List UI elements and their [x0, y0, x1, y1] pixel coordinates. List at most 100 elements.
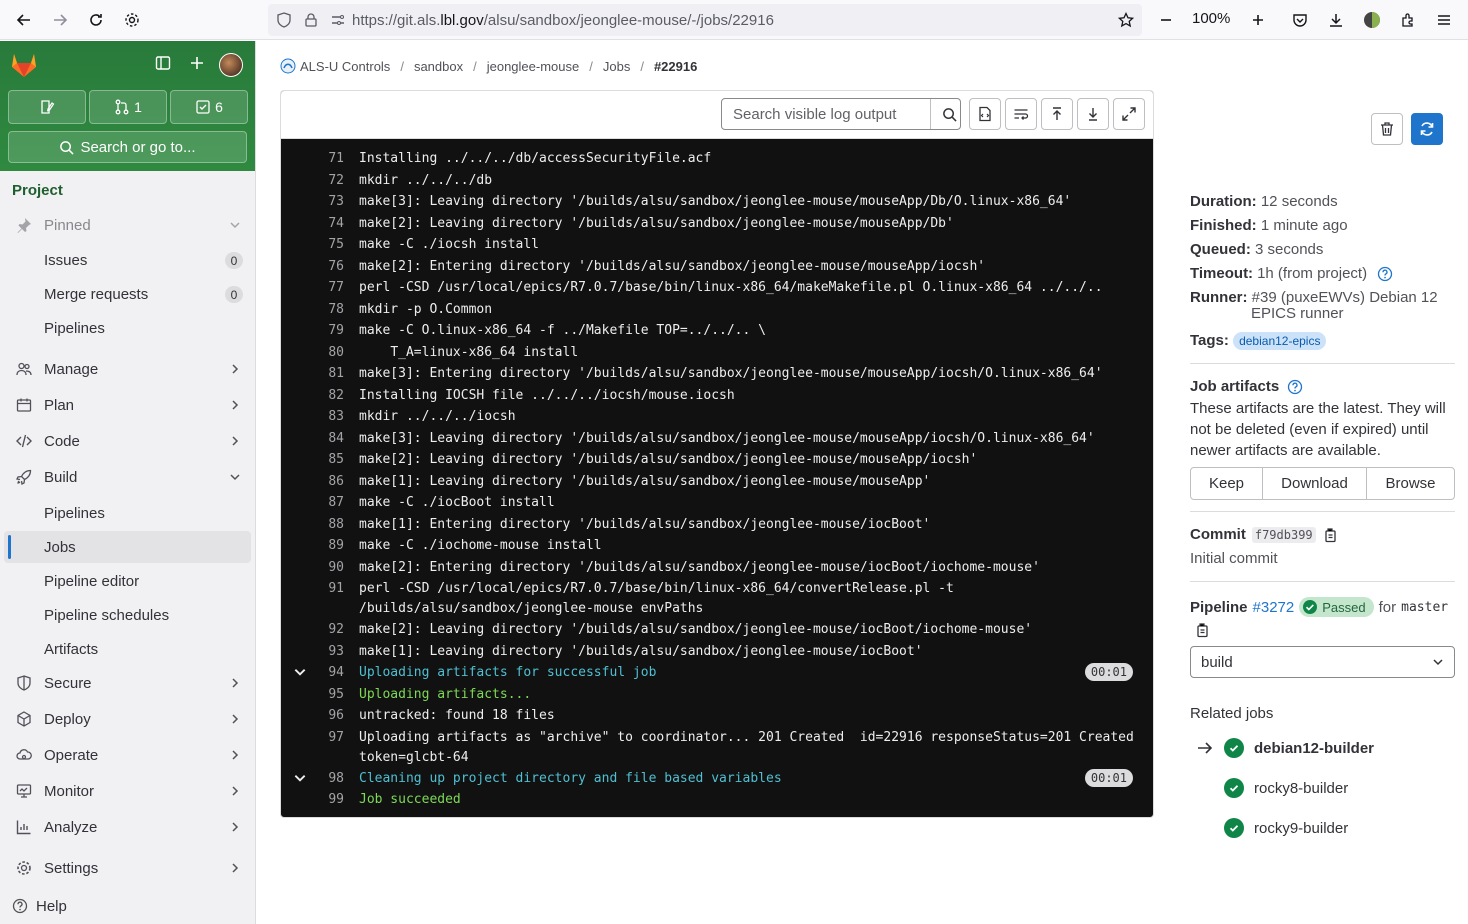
- sidebar-item-analyze[interactable]: Analyze: [4, 811, 251, 843]
- bookmark-star-icon[interactable]: [1118, 12, 1134, 28]
- sidebar-item-pipeline-editor[interactable]: Pipeline editor: [4, 565, 251, 597]
- sidebar-section-project[interactable]: Project: [12, 182, 63, 199]
- sidebar-item-pipeline-schedules[interactable]: Pipeline schedules: [4, 599, 251, 631]
- user-avatar[interactable]: [219, 53, 243, 77]
- assigned-issues-button[interactable]: [8, 90, 86, 124]
- log-line-number[interactable]: 95: [281, 685, 344, 705]
- sidebar-item-monitor[interactable]: Monitor: [4, 775, 251, 807]
- url-bar[interactable]: https://git.als.lbl.gov/alsu/sandbox/jeo…: [268, 4, 1142, 36]
- breadcrumb-item-jobs[interactable]: Jobs: [603, 59, 630, 74]
- merge-requests-button[interactable]: 1: [89, 90, 167, 124]
- log-line-number[interactable]: 87: [281, 493, 344, 513]
- log-line-number[interactable]: 85: [281, 450, 344, 470]
- help-icon[interactable]: [1377, 266, 1393, 282]
- erase-job-button[interactable]: [1371, 113, 1403, 145]
- download-icon[interactable]: [1318, 2, 1354, 38]
- keep-artifacts-button[interactable]: Keep: [1191, 468, 1263, 499]
- log-line-number[interactable]: 92: [281, 620, 344, 640]
- copy-icon[interactable]: [1322, 527, 1338, 543]
- pipeline-link[interactable]: #3272: [1253, 599, 1295, 616]
- log-search-button[interactable]: [930, 99, 960, 129]
- log-line-number[interactable]: 72: [281, 171, 344, 191]
- log-line-number[interactable]: 77: [281, 278, 344, 298]
- copy-icon[interactable]: [1194, 622, 1210, 638]
- create-new-plus-icon[interactable]: [189, 55, 205, 71]
- log-line-number[interactable]: 90: [281, 558, 344, 578]
- sidebar-item-secure[interactable]: Secure: [4, 667, 251, 699]
- log-line-number[interactable]: 94: [281, 663, 344, 683]
- log-line-number[interactable]: 86: [281, 472, 344, 492]
- zoom-out-icon[interactable]: [1148, 2, 1184, 38]
- log-line-number[interactable]: 76: [281, 257, 344, 277]
- sidebar-item-build-pipelines[interactable]: Pipelines: [4, 497, 251, 529]
- pocket-icon[interactable]: [1282, 2, 1318, 38]
- runner-value[interactable]: #39 (puxeEWVs) Debian 12: [1252, 289, 1438, 306]
- log-line-number[interactable]: 98: [281, 769, 344, 789]
- log-line-number[interactable]: 73: [281, 192, 344, 212]
- forward-arrow-icon[interactable]: [42, 2, 78, 38]
- log-line-number[interactable]: 93: [281, 642, 344, 662]
- fullscreen-button[interactable]: [1113, 98, 1145, 130]
- browse-artifacts-button[interactable]: Browse: [1367, 468, 1454, 499]
- zoom-level[interactable]: 100%: [1192, 10, 1230, 27]
- sidebar-item-pinned-pipelines[interactable]: Pipelines: [4, 312, 251, 344]
- log-line-number[interactable]: 91: [281, 579, 344, 599]
- related-job-rocky8-builder[interactable]: rocky8-builder: [1224, 777, 1348, 799]
- sidebar-item-operate[interactable]: Operate: [4, 739, 251, 771]
- log-search-field[interactable]: Search visible log output: [721, 98, 961, 130]
- commit-message[interactable]: Initial commit: [1190, 550, 1278, 567]
- log-line-number[interactable]: 88: [281, 515, 344, 535]
- sidebar-item-merge-requests[interactable]: Merge requests 0: [4, 278, 251, 310]
- sidebar-item-artifacts[interactable]: Artifacts: [4, 633, 251, 665]
- breadcrumb-item-job-id[interactable]: #22916: [654, 59, 697, 74]
- pipeline-ref[interactable]: master: [1401, 600, 1448, 615]
- sidebar-item-manage[interactable]: Manage: [4, 353, 251, 385]
- log-line-number[interactable]: 78: [281, 300, 344, 320]
- sidebar-item-settings[interactable]: Settings: [4, 852, 251, 884]
- sidebar-pinned-header[interactable]: Pinned: [4, 209, 251, 241]
- sidebar-toggle-icon[interactable]: [155, 55, 171, 71]
- log-line-number[interactable]: 96: [281, 706, 344, 726]
- log-line-number[interactable]: 79: [281, 321, 344, 341]
- commit-sha[interactable]: f79db399: [1251, 526, 1316, 543]
- log-line-number[interactable]: 97: [281, 728, 344, 748]
- search-button[interactable]: Search or go to...: [8, 131, 247, 163]
- download-artifacts-button[interactable]: Download: [1263, 468, 1367, 499]
- reload-icon[interactable]: [78, 2, 114, 38]
- log-line-number[interactable]: 83: [281, 407, 344, 427]
- stage-select[interactable]: build: [1190, 646, 1455, 678]
- gitlab-logo-icon[interactable]: [10, 51, 38, 78]
- log-line-number[interactable]: 84: [281, 429, 344, 449]
- retry-job-button[interactable]: [1411, 113, 1443, 145]
- help-button[interactable]: Help: [0, 890, 247, 922]
- breadcrumb-item-subgroup[interactable]: sandbox: [414, 59, 463, 74]
- todos-button[interactable]: 6: [170, 90, 248, 124]
- related-job-rocky9-builder[interactable]: rocky9-builder: [1224, 817, 1348, 839]
- breadcrumb-item-group[interactable]: ALS-U Controls: [300, 59, 390, 74]
- log-line-number[interactable]: 74: [281, 214, 344, 234]
- help-icon[interactable]: [1287, 379, 1303, 395]
- scroll-to-top-button[interactable]: [1041, 98, 1073, 130]
- log-line-number[interactable]: 99: [281, 790, 344, 810]
- pipeline-status-badge[interactable]: Passed: [1299, 597, 1374, 617]
- profile-icon[interactable]: [1354, 2, 1390, 38]
- extensions-icon[interactable]: [1390, 2, 1426, 38]
- log-line-number[interactable]: 81: [281, 364, 344, 384]
- show-raw-log-button[interactable]: [969, 98, 1001, 130]
- related-job-debian12-builder[interactable]: debian12-builder: [1224, 737, 1374, 759]
- zoom-in-icon[interactable]: [1240, 2, 1276, 38]
- sidebar-item-issues[interactable]: Issues 0: [4, 244, 251, 276]
- log-line-number[interactable]: 89: [281, 536, 344, 556]
- log-line-number[interactable]: 80: [281, 343, 344, 363]
- toggle-line-wrap-button[interactable]: [1005, 98, 1037, 130]
- log-line-number[interactable]: 75: [281, 235, 344, 255]
- back-arrow-icon[interactable]: [6, 2, 42, 38]
- sidebar-item-plan[interactable]: Plan: [4, 389, 251, 421]
- breadcrumb-item-project[interactable]: jeonglee-mouse: [487, 59, 580, 74]
- sidebar-item-build[interactable]: Build: [4, 461, 251, 493]
- log-line-number[interactable]: 82: [281, 386, 344, 406]
- sidebar-item-jobs[interactable]: Jobs: [4, 531, 251, 563]
- settings-gear-icon[interactable]: [114, 2, 150, 38]
- scroll-to-bottom-button[interactable]: [1077, 98, 1109, 130]
- log-line-number[interactable]: 71: [281, 149, 344, 169]
